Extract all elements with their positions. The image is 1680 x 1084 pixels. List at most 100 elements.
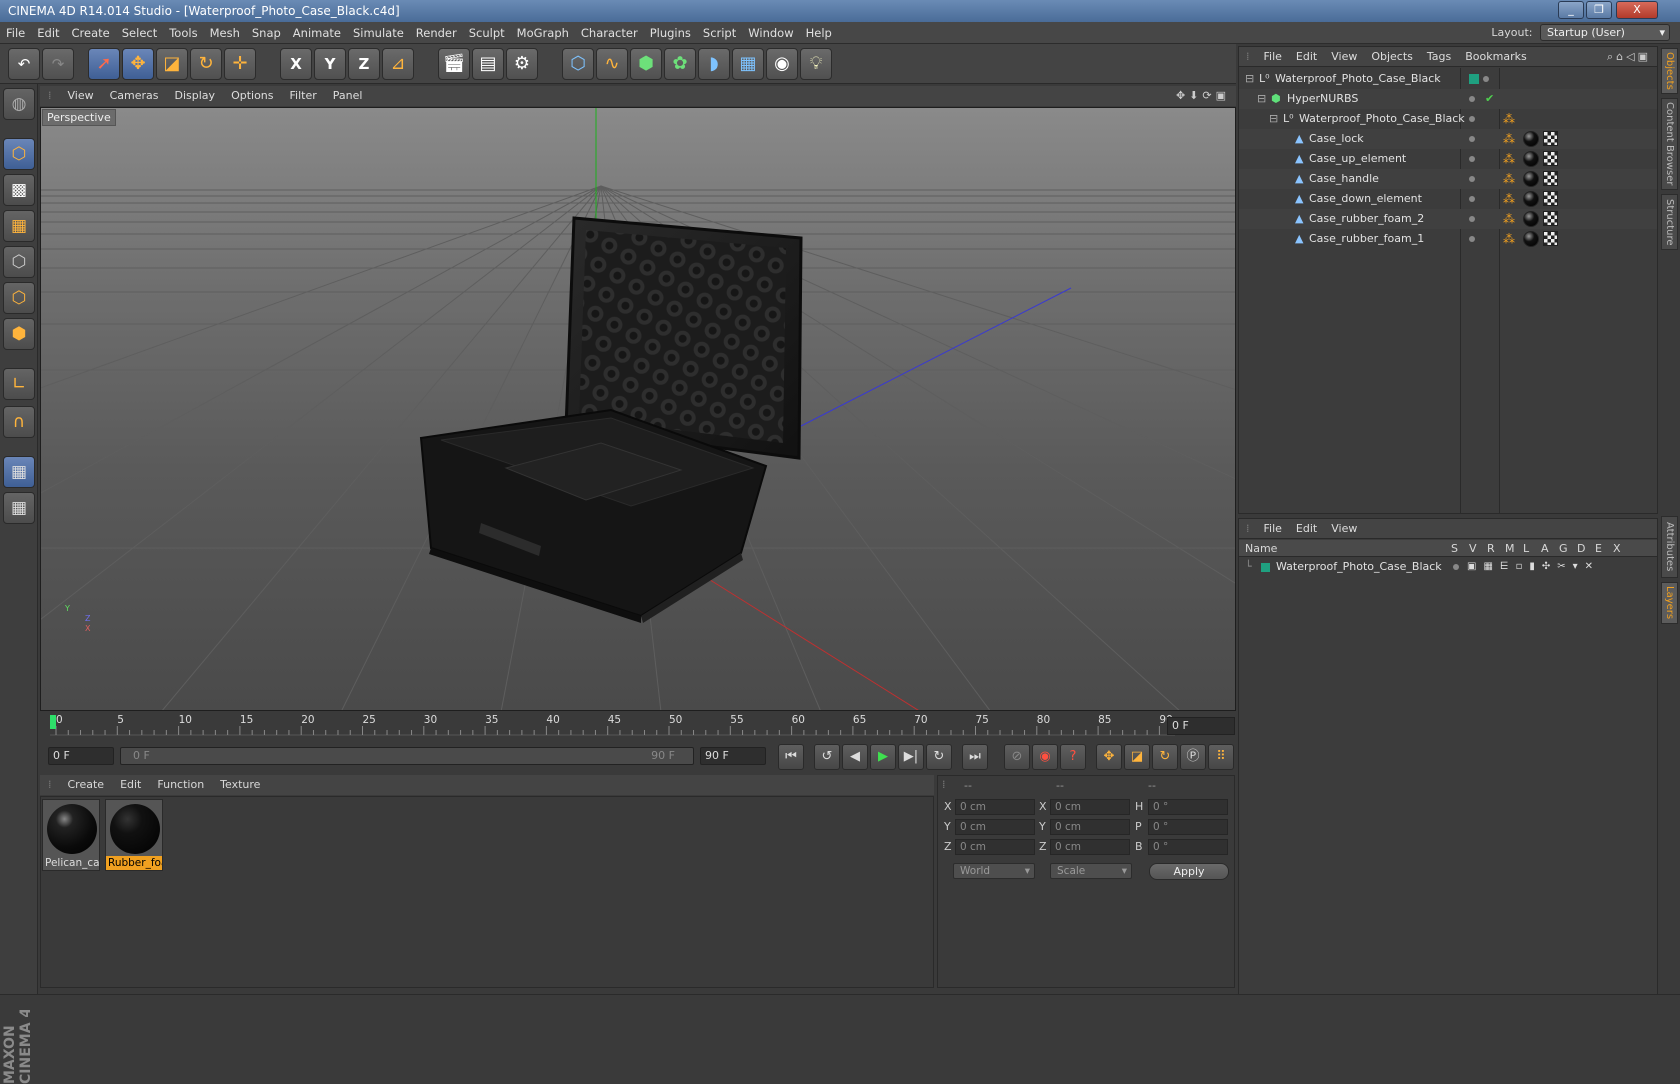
- prev-frame-icon[interactable]: ◀: [842, 744, 868, 770]
- material-menu-function[interactable]: Function: [149, 775, 212, 795]
- col-animation[interactable]: A: [1541, 540, 1549, 557]
- material-tag-icon[interactable]: [1523, 191, 1539, 207]
- frame-range-slider[interactable]: 0 F 90 F: [120, 747, 694, 765]
- end-frame-field[interactable]: 90 F: [700, 747, 766, 765]
- z-axis-lock-button[interactable]: Z: [348, 48, 380, 80]
- menu-animate[interactable]: Animate: [287, 22, 347, 44]
- col-render[interactable]: R: [1487, 540, 1495, 557]
- goto-end-icon[interactable]: ⏭: [962, 744, 988, 770]
- object-row[interactable]: ▲ Case_handle ⁂: [1239, 169, 1657, 189]
- visibility-dot[interactable]: [1469, 236, 1475, 242]
- object-row[interactable]: ▲ Case_lock ⁂: [1239, 129, 1657, 149]
- object-row[interactable]: ▲ Case_rubber_foam_1 ⁂: [1239, 229, 1657, 249]
- select-arrow-icon[interactable]: ➚: [88, 48, 120, 80]
- menu-snap[interactable]: Snap: [246, 22, 287, 44]
- om-menu-objects[interactable]: Objects: [1364, 47, 1420, 67]
- menu-select[interactable]: Select: [116, 22, 163, 44]
- col-manager[interactable]: M: [1505, 540, 1515, 557]
- 3d-viewport[interactable]: Perspective Y X Z: [40, 107, 1236, 711]
- phong-tag-icon[interactable]: ⁂: [1503, 109, 1515, 129]
- axis-mode-icon[interactable]: ∟: [3, 368, 35, 400]
- om-menu-tags[interactable]: Tags: [1420, 47, 1458, 67]
- menu-file[interactable]: File: [0, 22, 31, 44]
- object-row[interactable]: ▲ Case_rubber_foam_2 ⁂: [1239, 209, 1657, 229]
- spline-icon[interactable]: ∿: [596, 48, 628, 80]
- goto-start-icon[interactable]: ⏮: [778, 744, 804, 770]
- uvw-tag-icon[interactable]: [1543, 171, 1558, 186]
- magnet-icon[interactable]: ∩: [3, 406, 35, 438]
- uvw-tag-icon[interactable]: [1543, 131, 1558, 146]
- coord-pos-z-field[interactable]: 0 cm: [955, 839, 1035, 855]
- current-frame-field[interactable]: 0 F: [1167, 717, 1235, 735]
- uvw-tag-icon[interactable]: [1543, 211, 1558, 226]
- phong-tag-icon[interactable]: ⁂: [1503, 149, 1515, 169]
- x-axis-lock-button[interactable]: X: [280, 48, 312, 80]
- phong-tag-icon[interactable]: ⁂: [1503, 169, 1515, 189]
- key-parameter-icon[interactable]: Ⓟ: [1180, 744, 1206, 770]
- key-position-icon[interactable]: ✥: [1096, 744, 1122, 770]
- viewport-menu-cameras[interactable]: Cameras: [102, 86, 167, 106]
- menu-render[interactable]: Render: [410, 22, 463, 44]
- light-icon[interactable]: 💡︎: [800, 48, 832, 80]
- coord-rot-b-field[interactable]: 0 °: [1148, 839, 1228, 855]
- solo-dot[interactable]: [1453, 564, 1459, 570]
- col-view[interactable]: V: [1469, 540, 1477, 557]
- deformer-icon[interactable]: ◗: [698, 48, 730, 80]
- points-mode-icon[interactable]: ⬡: [3, 246, 35, 278]
- rotate-tool-icon[interactable]: ↻: [190, 48, 222, 80]
- om-menu-file[interactable]: File: [1257, 47, 1289, 67]
- viewport-nav-icons[interactable]: ✥⬇⟳▣: [1176, 86, 1230, 106]
- visibility-dot[interactable]: [1483, 76, 1489, 82]
- menu-mograph[interactable]: MoGraph: [511, 22, 575, 44]
- collapse-icon[interactable]: ⊟: [1269, 109, 1278, 129]
- col-xref[interactable]: X: [1613, 540, 1621, 557]
- viewport-menu-filter[interactable]: Filter: [282, 86, 325, 106]
- scale-tool-icon[interactable]: ◪: [156, 48, 188, 80]
- model-mode-icon[interactable]: ◍: [3, 88, 35, 120]
- undo-icon[interactable]: ↶: [8, 48, 40, 80]
- next-key-icon[interactable]: ↻: [926, 744, 952, 770]
- coord-scale-dropdown[interactable]: Scale ▾: [1050, 863, 1132, 879]
- record-keys-icon[interactable]: ⊘: [1004, 744, 1030, 770]
- coord-pos-y-field[interactable]: 0 cm: [955, 819, 1035, 835]
- uvw-tag-icon[interactable]: [1543, 191, 1558, 206]
- visibility-dot[interactable]: [1469, 116, 1475, 122]
- material-tag-icon[interactable]: [1523, 151, 1539, 167]
- next-frame-icon[interactable]: ▶|: [898, 744, 924, 770]
- keyframe-selection-icon[interactable]: ?: [1060, 744, 1086, 770]
- enabled-check-icon[interactable]: ✔: [1485, 89, 1494, 109]
- array-icon[interactable]: ✿: [664, 48, 696, 80]
- y-axis-lock-button[interactable]: Y: [314, 48, 346, 80]
- lm-menu-edit[interactable]: Edit: [1289, 519, 1324, 539]
- coord-rot-h-field[interactable]: 0 °: [1148, 799, 1228, 815]
- object-row[interactable]: ▲ Case_up_element ⁂: [1239, 149, 1657, 169]
- tab-layers[interactable]: Layers: [1661, 582, 1678, 624]
- key-scale-icon[interactable]: ◪: [1124, 744, 1150, 770]
- tab-content-browser[interactable]: Content Browser: [1661, 98, 1678, 190]
- col-name[interactable]: Name: [1245, 540, 1277, 557]
- col-expressions[interactable]: E: [1595, 540, 1602, 557]
- viewport-menu-view[interactable]: View: [60, 86, 102, 106]
- coord-mode-dropdown[interactable]: World ▾: [953, 863, 1035, 879]
- visibility-dot[interactable]: [1469, 96, 1475, 102]
- uvw-tag-icon[interactable]: [1543, 151, 1558, 166]
- render-picture-viewer-icon[interactable]: ▤: [472, 48, 504, 80]
- render-settings-icon[interactable]: ⚙: [506, 48, 538, 80]
- menu-mesh[interactable]: Mesh: [204, 22, 246, 44]
- floor-icon[interactable]: ▦: [732, 48, 764, 80]
- layer-row[interactable]: └ Waterproof_Photo_Case_Black ▣▦⋿▫▮✣✂▾✕: [1239, 558, 1657, 576]
- coord-size-x-field[interactable]: 0 cm: [1050, 799, 1130, 815]
- menu-window[interactable]: Window: [742, 22, 799, 44]
- col-deformers[interactable]: D: [1577, 540, 1585, 557]
- minimize-button[interactable]: _: [1558, 1, 1584, 19]
- layout-dropdown[interactable]: Startup (User) ▾: [1540, 24, 1670, 41]
- material-menu-create[interactable]: Create: [60, 775, 113, 795]
- workplane-icon[interactable]: ▦: [3, 210, 35, 242]
- viewport-menu-display[interactable]: Display: [167, 86, 224, 106]
- render-view-icon[interactable]: 🎬︎: [438, 48, 470, 80]
- autokey-icon[interactable]: ◉: [1032, 744, 1058, 770]
- key-pla-icon[interactable]: ⠿: [1208, 744, 1234, 770]
- collapse-icon[interactable]: ⊟: [1245, 69, 1254, 89]
- prev-key-icon[interactable]: ↺: [814, 744, 840, 770]
- material-tag-icon[interactable]: [1523, 171, 1539, 187]
